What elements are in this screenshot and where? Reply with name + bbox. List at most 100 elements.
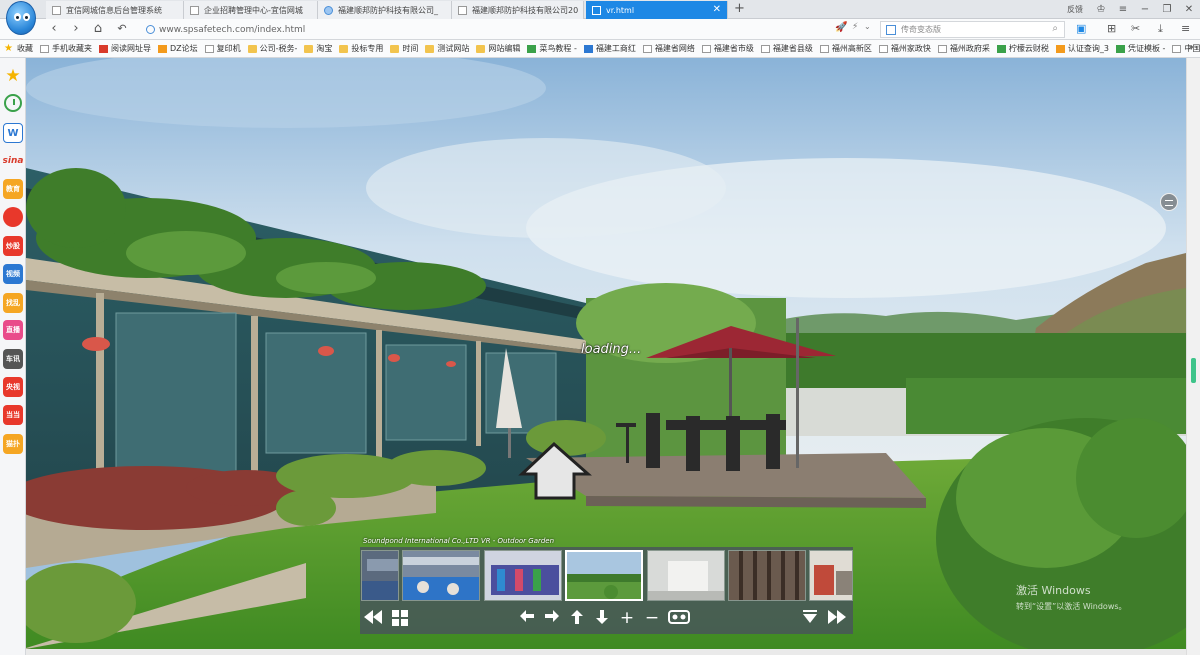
- zoom-out-icon[interactable]: −: [642, 608, 662, 628]
- close-window-icon[interactable]: ✕: [1178, 4, 1200, 15]
- pan-left-icon[interactable]: [517, 608, 537, 628]
- bookmark-item[interactable]: 投标专用: [339, 43, 383, 54]
- address-bar[interactable]: www.spsafetech.com/index.html: [146, 21, 826, 38]
- sidebar-star-icon[interactable]: ★: [3, 66, 23, 86]
- bookmarks-bar: ★ 收藏 手机收藏夹 阅读网址导 DZ论坛 复印机 公司-税务- 淘宝 投标专用 时间 测试网站 网站…: [0, 40, 1200, 58]
- orange-icon: [1055, 44, 1065, 53]
- sidebar-live-icon[interactable]: 直播: [3, 320, 23, 340]
- tab-4[interactable]: 福建顺邦防护科技有限公司20: [452, 1, 584, 19]
- scene-thumbnail[interactable]: [361, 550, 399, 601]
- zoom-in-icon[interactable]: +: [617, 608, 637, 628]
- tab-3[interactable]: 福建顺邦防护科技有限公司_: [318, 1, 452, 19]
- bookmark-item[interactable]: 手机收藏夹: [40, 43, 92, 54]
- bookmark-item[interactable]: 福州家政快: [878, 43, 931, 54]
- bookmark-item[interactable]: 阅读网址导: [99, 43, 151, 54]
- sidebar-dangdang-icon[interactable]: 当当: [3, 405, 23, 425]
- feedback-button[interactable]: 反馈: [1060, 4, 1090, 15]
- hide-controls-icon[interactable]: [800, 608, 820, 628]
- pan-right-icon[interactable]: [542, 608, 562, 628]
- bookmark-item[interactable]: 福州高新区: [819, 43, 872, 54]
- search-input[interactable]: 传奇变态版 ⌕: [880, 21, 1065, 38]
- sidebar-stock-icon[interactable]: 炒股: [3, 236, 23, 256]
- sidebar-car-icon[interactable]: 车讯: [3, 349, 23, 369]
- sidebar-clock-icon[interactable]: [4, 94, 22, 112]
- skip-back-icon[interactable]: [362, 608, 384, 628]
- sidebar-mop-icon[interactable]: 猫扑: [3, 434, 23, 454]
- tab-2[interactable]: 企业招聘管理中心-宜信网城: [184, 1, 318, 19]
- sidebar-cctv-icon[interactable]: 央视: [3, 377, 23, 397]
- close-tab-icon[interactable]: ✕: [713, 4, 721, 15]
- search-engine-icon[interactable]: [886, 24, 896, 35]
- bookmark-item[interactable]: 福建省县级: [760, 43, 813, 54]
- bookmark-item[interactable]: 淘宝: [304, 43, 332, 54]
- tab-1[interactable]: 宜信网城信息后台管理系统: [46, 1, 184, 19]
- page-icon: [204, 44, 214, 53]
- sidebar-search-icon[interactable]: 找乱: [3, 293, 23, 313]
- horizontal-scrollbar[interactable]: [26, 649, 1186, 655]
- page-icon: [190, 5, 199, 15]
- bookmark-item[interactable]: 福建省网络: [642, 43, 695, 54]
- bookmark-item[interactable]: ★ 收藏: [4, 43, 33, 54]
- speed-up-icon[interactable]: 🚀: [835, 22, 847, 33]
- scene-thumbnails: [360, 550, 853, 602]
- bookmark-item[interactable]: 时间: [390, 43, 418, 54]
- pan-up-icon[interactable]: [567, 608, 587, 628]
- new-tab-button[interactable]: +: [734, 1, 745, 16]
- minimize-icon[interactable]: −: [1134, 4, 1156, 15]
- bookmark-item[interactable]: 福州政府采: [937, 43, 990, 54]
- tab-5-active[interactable]: vr.html ✕: [586, 1, 728, 19]
- bookmark-item[interactable]: 菜鸟教程 -: [527, 43, 577, 54]
- bookmark-item[interactable]: 测试网站: [425, 43, 469, 54]
- scene-thumbnail[interactable]: [402, 550, 480, 601]
- bookmark-item[interactable]: 凭证模板 -: [1115, 43, 1165, 54]
- bookmark-item[interactable]: 网站编辑: [476, 43, 520, 54]
- bookmark-item[interactable]: 复印机: [204, 43, 241, 54]
- vertical-scrollbar[interactable]: [1186, 58, 1200, 655]
- home-icon[interactable]: ⌂: [90, 21, 106, 37]
- sidebar-word-icon[interactable]: W: [3, 123, 23, 143]
- chevron-down-icon[interactable]: ⌄: [864, 22, 871, 31]
- forward-arrow-icon[interactable]: ›: [68, 21, 84, 37]
- browser-logo-icon[interactable]: [6, 1, 36, 35]
- thumbnails-grid-icon[interactable]: [390, 608, 410, 628]
- bookmark-item[interactable]: 福建省市级: [701, 43, 754, 54]
- vr-panorama-viewport[interactable]: loading... Soundpond International Co.,L…: [26, 58, 1186, 649]
- bookmark-item[interactable]: 中国质量认: [1172, 43, 1200, 54]
- scene-thumbnail[interactable]: [809, 550, 853, 601]
- undo-icon[interactable]: ↶: [114, 21, 130, 37]
- site-info-icon[interactable]: [146, 25, 155, 34]
- search-icon[interactable]: ⌕: [1052, 23, 1058, 34]
- sidebar-sina-icon[interactable]: sina: [3, 151, 23, 171]
- lightning-icon[interactable]: ⚡: [852, 22, 858, 32]
- more-menu-icon[interactable]: ≡: [1181, 22, 1190, 35]
- scene-thumbnail[interactable]: [484, 550, 562, 601]
- apps-icon[interactable]: ⊞: [1107, 22, 1116, 35]
- sidebar-video-icon[interactable]: 视频: [3, 264, 23, 284]
- thumbnail-image: [729, 551, 805, 600]
- bookmark-item[interactable]: DZ论坛: [158, 43, 198, 54]
- back-arrow-icon[interactable]: ‹: [46, 21, 62, 37]
- bookmark-item[interactable]: 公司-税务-: [247, 43, 297, 54]
- sidebar-weibo-icon[interactable]: [3, 207, 23, 227]
- cut-icon[interactable]: ✂: [1131, 22, 1140, 35]
- translate-icon[interactable]: ▣: [1076, 22, 1086, 35]
- sidebar-education-icon[interactable]: 教育: [3, 179, 23, 199]
- maximize-icon[interactable]: ❐: [1156, 4, 1178, 15]
- skip-forward-icon[interactable]: [826, 608, 848, 628]
- vr-menu-toggle-icon[interactable]: [1160, 193, 1178, 211]
- pan-down-icon[interactable]: [592, 608, 612, 628]
- tour-control-panel: + −: [360, 547, 853, 634]
- scene-thumbnail[interactable]: [565, 550, 643, 601]
- bookmark-item[interactable]: 福建工商红: [583, 43, 636, 54]
- scene-thumbnail[interactable]: [728, 550, 806, 601]
- folder-icon: [247, 44, 257, 53]
- scrollbar-thumb[interactable]: [1191, 358, 1196, 383]
- bookmark-item[interactable]: 认证查询_3: [1055, 43, 1109, 54]
- scene-thumbnail[interactable]: [647, 550, 725, 601]
- menu-icon[interactable]: ≡: [1112, 4, 1134, 15]
- download-icon[interactable]: ⤓: [1158, 22, 1163, 36]
- vr-headset-icon[interactable]: [666, 608, 692, 628]
- bookmark-item[interactable]: 柠檬云财税: [996, 43, 1049, 54]
- skin-icon[interactable]: ♔: [1090, 4, 1112, 15]
- more-bookmarks-icon[interactable]: »: [1188, 42, 1194, 53]
